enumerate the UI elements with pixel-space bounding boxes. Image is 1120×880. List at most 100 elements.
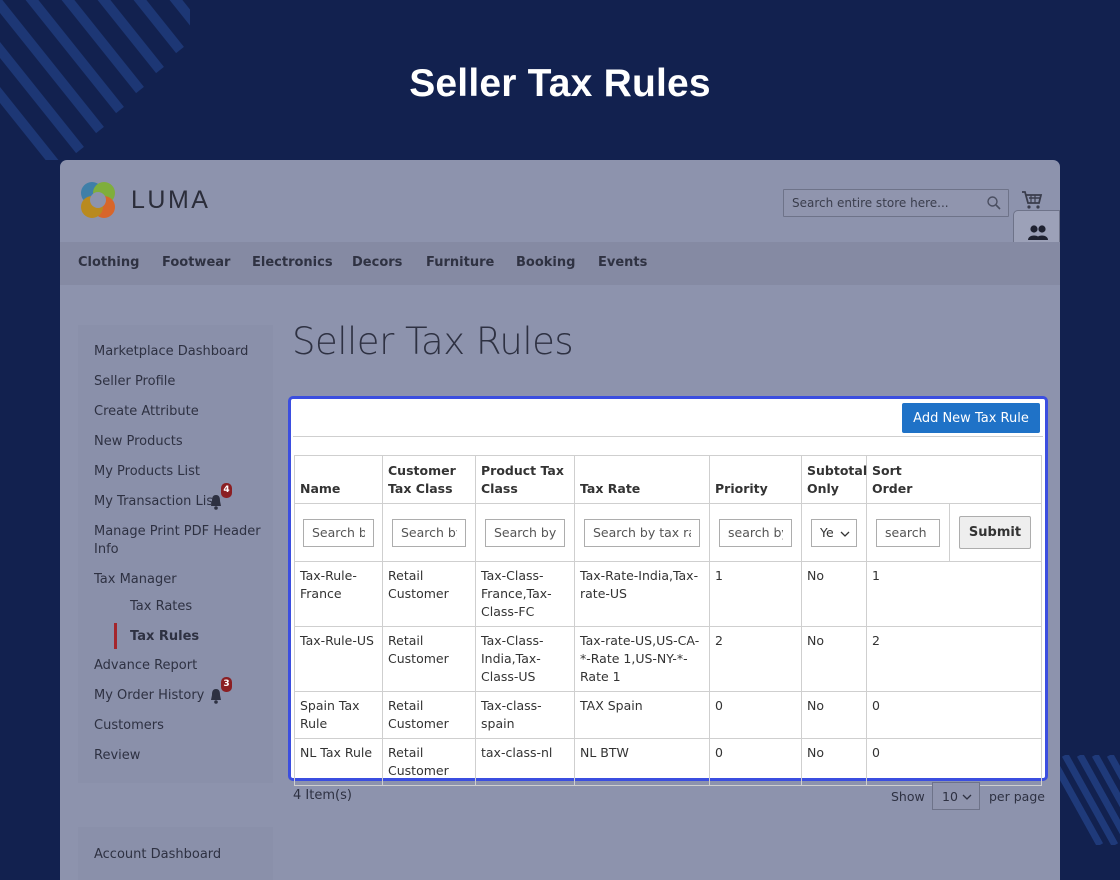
page-title: Seller Tax Rules [292, 320, 574, 363]
sidebar-item-print-pdf[interactable]: Manage Print PDF Header Info [94, 523, 264, 559]
column-header-sort-order: Sort Order [866, 455, 950, 504]
name-cell: Spain Tax Rule [294, 691, 383, 739]
subtotal-only-cell: No [801, 691, 867, 739]
table-row: Tax-Rule-France Retail Customer Tax-Class-… [294, 561, 1042, 627]
sidebar-item-dashboard[interactable]: Marketplace Dashboard [94, 343, 248, 361]
subtotal-only-cell: No [801, 738, 867, 786]
per-page-label: per page [989, 789, 1045, 804]
product-tax-class-filter-input[interactable] [485, 518, 565, 547]
nav-item-electronics[interactable]: Electronics [252, 255, 333, 270]
add-new-tax-rule-button[interactable]: Add New Tax Rule [902, 403, 1040, 433]
column-header-actions [949, 455, 1042, 504]
nav-item-events[interactable]: Events [598, 255, 647, 270]
divider [293, 436, 1043, 437]
orders-badge: 3 [221, 677, 232, 692]
table-row: Tax-Rule-US Retail Customer Tax-Class-Indi… [294, 626, 1042, 692]
customer-tax-class-cell: Retail Customer [382, 561, 476, 627]
per-page-value: 10 [942, 789, 958, 804]
filter-row: Ye Submit [294, 503, 1042, 562]
nav-item-clothing[interactable]: Clothing [78, 255, 139, 270]
sort-order-cell: 0 [866, 691, 950, 739]
column-header-priority: Priority [709, 455, 802, 504]
column-header-product-tax-class: Product Tax Class [475, 455, 575, 504]
customer-tax-class-cell: Retail Customer [382, 738, 476, 786]
customer-tax-class-cell: Retail Customer [382, 691, 476, 739]
search-icon[interactable] [986, 195, 1002, 211]
sidebar-item-review[interactable]: Review [94, 747, 140, 765]
hero-title: Seller Tax Rules [409, 62, 711, 105]
pager-show-label: Show [891, 789, 925, 804]
decorative-stripes [1050, 755, 1120, 845]
column-header-customer-tax-class: Customer Tax Class [382, 455, 476, 504]
luma-logo-icon[interactable] [78, 179, 118, 221]
store-search [783, 189, 1009, 217]
tax-rules-table: Name Customer Tax Class Product Tax Clas… [294, 455, 1042, 786]
logo-text[interactable]: LUMA [131, 186, 210, 215]
priority-cell: 0 [709, 738, 802, 786]
customer-tax-class-cell: Retail Customer [382, 626, 476, 692]
name-cell: Tax-Rule-US [294, 626, 383, 692]
users-icon [1028, 225, 1048, 240]
store-header: LUMA [60, 160, 1060, 257]
subtotal-only-cell: No [801, 626, 867, 692]
sidebar-item-tax-rules[interactable]: Tax Rules [130, 629, 199, 644]
subtotal-only-select[interactable]: Ye [811, 518, 857, 547]
product-tax-class-cell: Tax-class-spain [475, 691, 575, 739]
table-row: Spain Tax Rule Retail Customer Tax-class-s… [294, 691, 1042, 739]
items-count: 4 Item(s) [293, 788, 352, 803]
search-input[interactable] [784, 190, 979, 216]
column-header-tax-rate: Tax Rate [574, 455, 710, 504]
sort-order-cell: 2 [866, 626, 950, 692]
nav-item-furniture[interactable]: Furniture [426, 255, 494, 270]
actions-cell [949, 691, 1042, 739]
table-row: NL Tax Rule Retail Customer tax-class-nl NL… [294, 738, 1042, 786]
transaction-badge: 4 [221, 483, 232, 498]
sidebar-item-products-list[interactable]: My Products List [94, 463, 200, 481]
cart-icon[interactable] [1021, 190, 1043, 210]
product-tax-class-cell: Tax-Class-India,Tax-Class-US [475, 626, 575, 692]
priority-cell: 2 [709, 626, 802, 692]
sidebar-item-customers[interactable]: Customers [94, 717, 164, 735]
table-header-row: Name Customer Tax Class Product Tax Clas… [294, 455, 1042, 504]
tax-rate-filter-input[interactable] [584, 518, 700, 547]
sidebar-item-profile[interactable]: Seller Profile [94, 373, 175, 391]
subtotal-only-cell: No [801, 561, 867, 627]
product-tax-class-cell: tax-class-nl [475, 738, 575, 786]
seller-sidebar: Marketplace Dashboard Seller Profile Cre… [78, 325, 273, 783]
tax-rate-cell: TAX Spain [574, 691, 710, 739]
actions-cell [949, 626, 1042, 692]
tax-rate-cell: NL BTW [574, 738, 710, 786]
sidebar-item-new-products[interactable]: New Products [94, 433, 183, 451]
sidebar-item-order-history[interactable]: My Order History [94, 687, 204, 705]
nav-item-booking[interactable]: Booking [516, 255, 575, 270]
chevron-down-icon [840, 531, 850, 537]
table-body: Tax-Rule-France Retail Customer Tax-Class-… [294, 561, 1042, 786]
tax-rules-panel: Add New Tax Rule Name Customer Tax Class… [288, 396, 1048, 786]
sort-order-filter-input[interactable] [876, 518, 940, 547]
name-cell: Tax-Rule-France [294, 561, 383, 627]
actions-cell [949, 561, 1042, 627]
sort-order-cell: 0 [866, 738, 950, 786]
submit-filter-button[interactable]: Submit [959, 516, 1031, 549]
name-cell: NL Tax Rule [294, 738, 383, 786]
store-screenshot: LUMA Clothing Footwear [60, 160, 1060, 880]
name-filter-input[interactable] [303, 518, 374, 547]
active-indicator [114, 623, 117, 649]
priority-filter-input[interactable] [719, 518, 792, 547]
main-nav: Clothing Footwear Electronics Decors Fur… [60, 242, 1060, 285]
tax-rate-cell: Tax-Rate-India,Tax-rate-US [574, 561, 710, 627]
sort-order-cell: 1 [866, 561, 950, 627]
actions-cell [949, 738, 1042, 786]
sidebar-item-transaction-list[interactable]: My Transaction List [94, 493, 218, 511]
sidebar-item-tax-manager[interactable]: Tax Manager [94, 571, 177, 589]
nav-item-footwear[interactable]: Footwear [162, 255, 230, 270]
sidebar-item-advance-report[interactable]: Advance Report [94, 657, 197, 675]
sidebar-item-create-attribute[interactable]: Create Attribute [94, 403, 199, 421]
nav-item-decors[interactable]: Decors [352, 255, 402, 270]
per-page-select[interactable]: 10 [932, 782, 980, 810]
column-header-name: Name [294, 455, 383, 504]
sidebar-item-account-dashboard[interactable]: Account Dashboard [94, 846, 221, 864]
sidebar-item-tax-rates[interactable]: Tax Rates [130, 599, 192, 614]
customer-tax-class-filter-input[interactable] [392, 518, 466, 547]
priority-cell: 0 [709, 691, 802, 739]
